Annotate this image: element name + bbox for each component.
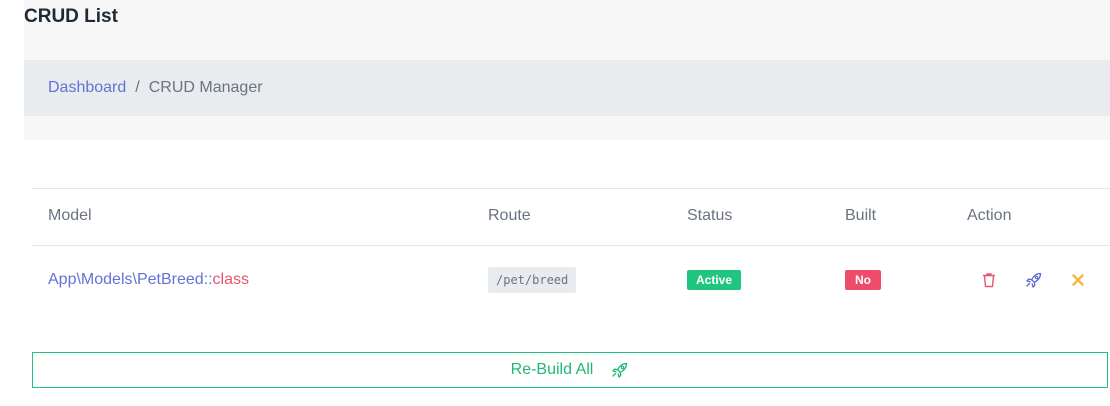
model-separator: :: (203, 271, 213, 288)
route-badge: /pet/breed (488, 267, 577, 293)
rebuild-all-button[interactable]: Re-Build All (32, 352, 1108, 388)
route-cell: /pet/breed (488, 245, 577, 315)
breadcrumb-current: CRUD Manager (148, 79, 263, 96)
header-model: Model (48, 207, 92, 224)
table-row: App\Models\PetBreed:: class /pet/breed Ac… (32, 245, 1110, 315)
close-icon[interactable] (1069, 271, 1087, 289)
table-header: Model Route Status Built Action (32, 188, 1110, 246)
breadcrumb: Dashboard / CRUD Manager (24, 60, 1110, 116)
header-built: Built (845, 207, 877, 224)
built-cell: No (845, 245, 881, 315)
status-badge: Active (687, 270, 742, 290)
built-badge: No (845, 270, 881, 290)
breadcrumb-separator: / (135, 79, 140, 96)
header-status: Status (687, 207, 733, 224)
model-path-link[interactable]: App\Models\PetBreed (48, 271, 204, 289)
rebuild-all-label: Re-Build All (510, 361, 594, 378)
status-cell: Active (687, 245, 742, 315)
model-cell: App\Models\PetBreed:: class (48, 245, 249, 315)
trash-icon[interactable] (980, 271, 998, 289)
header-action: Action (967, 207, 1012, 224)
rocket-icon[interactable] (1025, 271, 1043, 289)
rocket-icon (612, 362, 628, 378)
breadcrumb-dashboard-link[interactable]: Dashboard (48, 79, 126, 97)
page-title: CRUD List (24, 6, 118, 27)
header-route: Route (488, 207, 531, 224)
crud-card: Model Route Status Built Action App\Mode… (24, 140, 1110, 406)
model-class-keyword: class (212, 271, 249, 288)
